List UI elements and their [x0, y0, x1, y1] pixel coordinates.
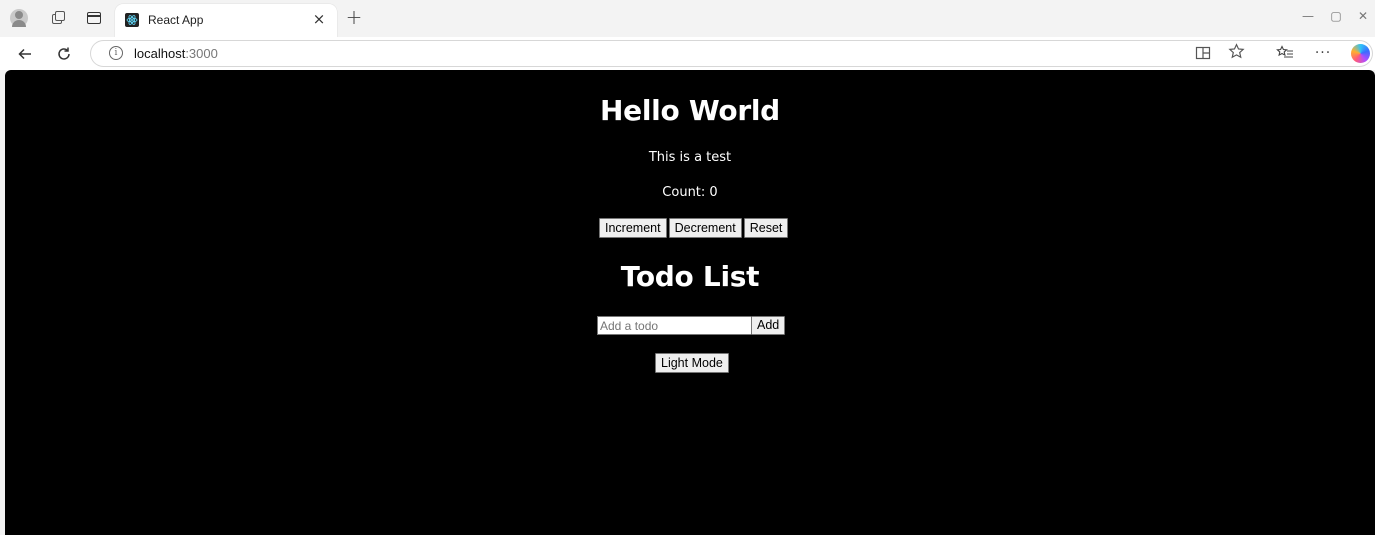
address-bar[interactable]: i localhost:3000 [90, 40, 1373, 67]
close-window-button[interactable]: ✕ [1353, 9, 1373, 27]
more-icon[interactable]: ··· [1313, 45, 1333, 63]
address-url[interactable]: localhost:3000 [134, 46, 218, 61]
reload-icon[interactable] [53, 43, 75, 65]
copilot-icon[interactable] [1351, 44, 1370, 63]
react-favicon-icon [125, 13, 139, 27]
count-display: Count: 0 [662, 185, 718, 200]
tab-title: React App [148, 13, 204, 27]
favorites-icon[interactable] [1275, 45, 1295, 63]
todo-input[interactable] [597, 316, 751, 335]
sidebar-toggle-icon[interactable] [85, 9, 103, 27]
tab-close-icon[interactable]: × [311, 11, 327, 27]
page-subtitle: This is a test [648, 150, 732, 165]
page-viewport: Hello World This is a test Count: 0 Incr… [5, 70, 1375, 535]
minimize-button[interactable]: — [1298, 9, 1318, 27]
increment-button[interactable]: Increment [599, 218, 667, 238]
todo-form: Add [597, 316, 786, 335]
add-todo-button[interactable]: Add [751, 316, 786, 335]
new-tab-button[interactable]: + [344, 7, 364, 27]
tab-strip: React App × + — ▢ ✕ [0, 0, 1375, 37]
star-icon[interactable] [1228, 43, 1245, 64]
site-info-icon[interactable]: i [109, 46, 123, 60]
url-host: localhost [134, 46, 186, 61]
split-screen-icon[interactable] [1195, 45, 1211, 65]
profile-icon[interactable] [10, 9, 28, 27]
maximize-button[interactable]: ▢ [1326, 9, 1346, 27]
browser-toolbar: i localhost:3000 [0, 37, 1375, 70]
url-port: :3000 [185, 46, 218, 61]
reset-button[interactable]: Reset [743, 218, 789, 238]
todo-heading: Todo List [620, 260, 760, 293]
back-arrow-icon[interactable] [14, 43, 36, 65]
light-mode-button[interactable]: Light Mode [655, 353, 729, 373]
tab-react-app[interactable]: React App × [115, 4, 337, 37]
mode-toggle-wrap: Light Mode [655, 352, 729, 373]
decrement-button[interactable]: Decrement [668, 218, 742, 238]
workspaces-icon[interactable] [50, 9, 68, 27]
counter-controls: Increment Decrement Reset [599, 218, 789, 238]
page-title: Hello World [600, 94, 780, 127]
